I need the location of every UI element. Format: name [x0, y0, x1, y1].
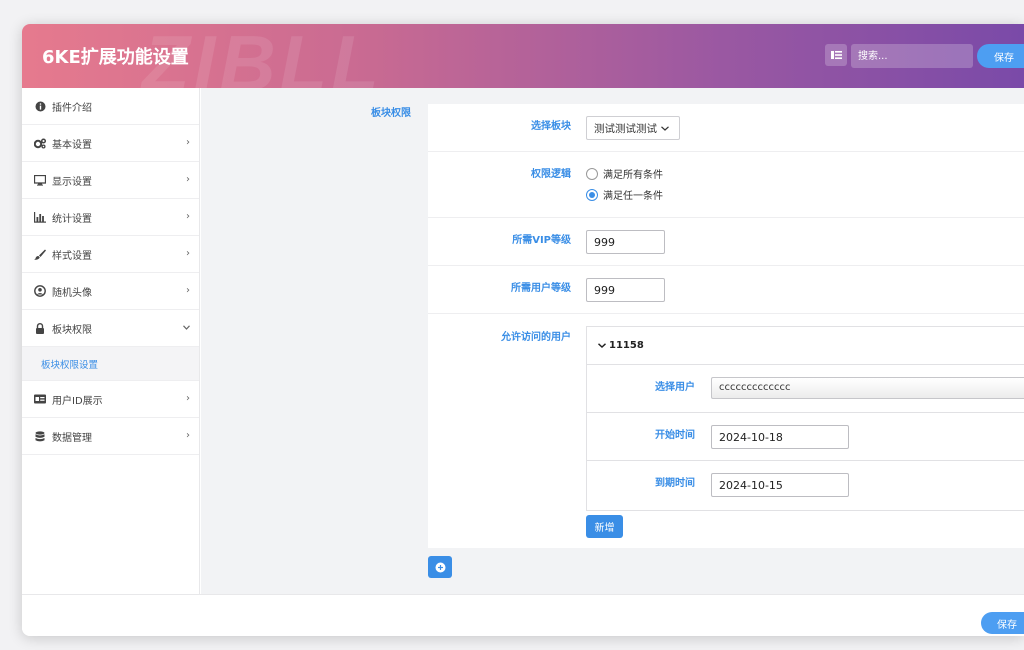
- chevron-right-icon: ›: [186, 211, 190, 222]
- sidebar-item-board-permission[interactable]: 板块权限: [22, 310, 199, 347]
- logic-row: 权限逻辑 满足所有条件 满足任一条件: [428, 152, 1024, 218]
- sidebar-item-label: 样式设置: [52, 250, 92, 262]
- vip-level-row: 所需VIP等级: [428, 218, 1024, 266]
- logic-label: 权限逻辑: [531, 169, 571, 180]
- header-bar: ZIBLL 6KE扩展功能设置 保存: [22, 24, 1024, 88]
- sidebar: 插件介绍 基本设置 › 显示设置 › 统计设置 › 样式设置 › 随机头像 ›: [22, 88, 200, 594]
- sidebar-item-label: 显示设置: [52, 176, 92, 188]
- info-circle-icon: [34, 100, 46, 112]
- sidebar-item-user-id[interactable]: 用户ID展示 ›: [22, 381, 199, 418]
- radio-unchecked[interactable]: [586, 167, 598, 180]
- sidebar-item-display[interactable]: 显示设置 ›: [22, 162, 199, 199]
- logic-option-all[interactable]: 满足所有条件: [586, 166, 663, 181]
- bar-chart-icon: [34, 211, 46, 223]
- chevron-right-icon: ›: [186, 248, 190, 259]
- logic-option-label: 满足任一条件: [603, 191, 663, 202]
- allowed-users-label: 允许访问的用户: [501, 332, 571, 343]
- plus-circle-icon: [435, 562, 445, 572]
- settings-window: ZIBLL 6KE扩展功能设置 保存 插件介绍 基本设置 › 显示设置 › 统计…: [22, 24, 1024, 636]
- board-select-label: 选择板块: [531, 121, 571, 132]
- chevron-right-icon: ›: [186, 285, 190, 296]
- settings-card: 选择板块 测试测试测试 权限逻辑 满足所有条件 满足任一条件 所需VIP等级 9…: [428, 104, 1024, 548]
- sidebar-item-label: 随机头像: [52, 287, 92, 299]
- main-content: 板块权限 选择板块 测试测试测试 权限逻辑 满足所有条件 满足任一条件 所需VI…: [201, 88, 1024, 594]
- chevron-right-icon: ›: [186, 137, 190, 148]
- logic-option-any[interactable]: 满足任一条件: [586, 187, 663, 202]
- list-icon: [830, 51, 842, 59]
- sidebar-item-label: 板块权限: [52, 324, 92, 336]
- monitor-icon: [34, 174, 46, 186]
- chevron-down-icon: [598, 343, 606, 348]
- sidebar-item-data[interactable]: 数据管理 ›: [22, 418, 199, 455]
- footer-bar: 保存: [22, 594, 1024, 636]
- user-group-header[interactable]: 11158: [587, 327, 1024, 365]
- section-label: 板块权限: [371, 108, 411, 119]
- search-input[interactable]: [851, 44, 973, 68]
- end-time-label: 到期时间: [655, 478, 695, 489]
- chevron-right-icon: ›: [186, 174, 190, 185]
- save-button-top[interactable]: 保存: [977, 44, 1024, 68]
- sidebar-item-label: 数据管理: [52, 432, 92, 444]
- paintbrush-icon: [34, 248, 46, 260]
- user-circle-icon: [34, 285, 46, 297]
- select-user-row: 选择用户 ccccccccccccc: [587, 365, 1024, 413]
- sidebar-item-intro[interactable]: 插件介绍: [22, 88, 199, 125]
- page-title: 6KE扩展功能设置: [42, 47, 189, 68]
- start-time-row: 开始时间: [587, 413, 1024, 461]
- sidebar-item-label: 用户ID展示: [52, 395, 103, 407]
- save-button-bottom[interactable]: 保存: [981, 612, 1024, 634]
- sidebar-item-avatar[interactable]: 随机头像 ›: [22, 273, 199, 310]
- select-user-dropdown[interactable]: ccccccccccccc: [711, 377, 1024, 399]
- board-select-value: 测试测试测试: [594, 122, 657, 135]
- radio-checked[interactable]: [586, 188, 598, 201]
- sidebar-item-label: 基本设置: [52, 139, 92, 151]
- chevron-right-icon: ›: [186, 393, 190, 404]
- user-level-input[interactable]: [586, 278, 665, 302]
- sidebar-item-basic[interactable]: 基本设置 ›: [22, 125, 199, 162]
- chevron-right-icon: ›: [186, 430, 190, 441]
- vip-level-label: 所需VIP等级: [512, 235, 571, 246]
- board-select[interactable]: 测试测试测试: [586, 116, 680, 140]
- sidebar-item-style[interactable]: 样式设置 ›: [22, 236, 199, 273]
- user-level-label: 所需用户等级: [511, 283, 571, 294]
- user-level-row: 所需用户等级: [428, 266, 1024, 314]
- chevron-down-icon: [661, 125, 669, 131]
- add-board-button[interactable]: [428, 556, 452, 578]
- database-icon: [34, 430, 46, 442]
- allowed-users-group: 11158 选择用户 ccccccccccccc 开始时间 到期时间: [586, 326, 1024, 511]
- sidebar-item-label: 插件介绍: [52, 102, 92, 114]
- gears-icon: [34, 137, 46, 149]
- chevron-down-icon: [183, 322, 190, 333]
- vip-level-input[interactable]: [586, 230, 665, 254]
- board-select-row: 选择板块 测试测试测试: [428, 104, 1024, 152]
- select-user-label: 选择用户: [655, 382, 695, 393]
- sidebar-item-label: 统计设置: [52, 213, 92, 225]
- end-time-row: 到期时间: [587, 461, 1024, 510]
- search-toggle-button[interactable]: [825, 44, 847, 66]
- sidebar-item-stats[interactable]: 统计设置 ›: [22, 199, 199, 236]
- start-time-label: 开始时间: [655, 430, 695, 441]
- lock-icon: [34, 322, 46, 334]
- sidebar-subitem-board-permission-settings[interactable]: 板块权限设置: [22, 347, 199, 381]
- end-time-input[interactable]: [711, 473, 849, 497]
- add-user-button[interactable]: 新增: [586, 515, 623, 538]
- logic-option-label: 满足所有条件: [603, 170, 663, 181]
- start-time-input[interactable]: [711, 425, 849, 449]
- id-card-icon: [34, 393, 46, 405]
- user-group-title: 11158: [609, 340, 644, 351]
